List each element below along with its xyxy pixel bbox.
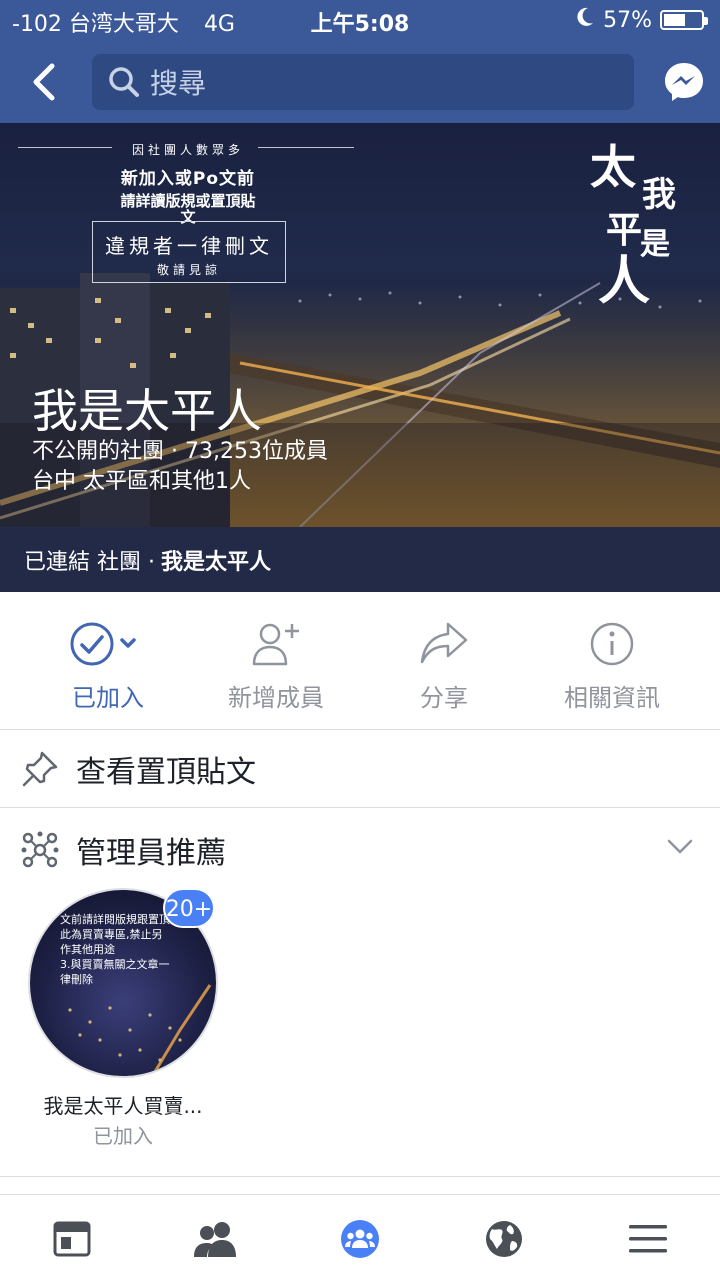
notice-line-1: 新加入或Po文前 — [120, 169, 256, 189]
action-label: 分享 — [420, 684, 468, 712]
search-placeholder: 搜尋 — [150, 67, 207, 100]
linked-group-bar[interactable]: 已連結 社團 · 我是太平人 — [0, 527, 720, 592]
action-label: 新增成員 — [228, 684, 324, 712]
tab-news-feed[interactable] — [48, 1215, 96, 1263]
info-button[interactable]: 相關資訊 — [522, 618, 702, 713]
battery-icon — [660, 10, 708, 30]
calligraphy-char: 人 — [598, 251, 651, 312]
search-icon — [109, 67, 139, 97]
back-arrow-icon — [33, 63, 55, 101]
group-actions: 已加入 新增成員 分享 相關資訊 — [0, 592, 720, 730]
notice-small-text: 因社團人數眾多 — [131, 143, 244, 157]
linked-prefix: 已連結 社團 · — [24, 549, 155, 575]
recommended-group-status: 已加入 — [93, 1124, 153, 1148]
add-person-icon — [252, 623, 299, 666]
search-input[interactable]: 搜尋 — [92, 54, 634, 110]
battery-status: 57% — [575, 6, 708, 34]
action-label: 相關資訊 — [564, 684, 660, 712]
nav-row: 搜尋 — [0, 54, 720, 110]
tab-notifications-globe[interactable] — [480, 1215, 528, 1263]
back-button[interactable] — [24, 60, 64, 104]
tab-friends[interactable] — [192, 1215, 240, 1263]
group-location[interactable]: 台中 太平區和其他1人 — [32, 467, 328, 497]
calligraphy-char: 我 — [642, 175, 676, 215]
battery-percent: 57% — [603, 7, 652, 33]
cover-notice: 因社團人數眾多 新加入或Po文前 請詳讀版規或置頂貼文 — [18, 135, 358, 225]
check-circle-icon — [70, 622, 136, 666]
pin-icon — [22, 751, 58, 786]
network-icon — [21, 831, 59, 868]
globe-icon — [486, 1221, 522, 1257]
pinned-label: 查看置頂貼文 — [76, 754, 256, 790]
group-name: 我是太平人 — [32, 384, 262, 438]
messenger-button[interactable] — [662, 60, 706, 104]
group-meta: 不公開的社團 · 73,253位成員 台中 太平區和其他1人 — [32, 437, 328, 497]
admin-recommendations-header[interactable]: 管理員推薦 — [0, 808, 720, 892]
tab-menu[interactable] — [624, 1215, 672, 1263]
group-cover-photo[interactable]: 因社團人數眾多 新加入或Po文前 請詳讀版規或置頂貼文 違規者一律刪文 敬請見諒… — [0, 123, 720, 527]
messenger-icon — [665, 63, 703, 101]
linked-group-name: 我是太平人 — [160, 549, 271, 575]
bottom-tab-bar — [0, 1195, 720, 1280]
action-label: 已加入 — [72, 684, 144, 712]
groups-icon — [341, 1220, 379, 1258]
recommended-group-name: 我是太平人買賣... — [43, 1094, 203, 1118]
share-arrow-icon — [420, 622, 468, 664]
tab-groups[interactable] — [336, 1215, 384, 1263]
news-feed-icon — [53, 1221, 91, 1257]
friends-icon — [194, 1222, 236, 1257]
group-privacy-members: 不公開的社團 · 73,253位成員 — [32, 439, 328, 464]
rule-small-text: 敬請見諒 — [156, 263, 221, 277]
add-member-button[interactable]: 新增成員 — [186, 618, 366, 713]
admin-label: 管理員推薦 — [76, 836, 226, 871]
calligraphy-char: 太 — [590, 140, 636, 194]
top-bar: -102 台湾大哥大 4G 上午5:08 57% 搜尋 — [0, 0, 720, 123]
battery-fill — [664, 14, 685, 26]
share-button[interactable]: 分享 — [354, 618, 534, 713]
rule-big-text: 違規者一律刪文 — [105, 234, 273, 258]
chevron-down-icon[interactable] — [666, 838, 694, 856]
view-pinned-posts[interactable]: 查看置頂貼文 — [0, 730, 720, 808]
new-posts-badge: 20+ — [163, 888, 215, 928]
moon-icon — [575, 6, 595, 34]
rule-box: 違規者一律刪文 敬請見諒 — [92, 221, 286, 283]
status-bar: -102 台湾大哥大 4G 上午5:08 57% — [0, 0, 720, 40]
joined-button[interactable]: 已加入 — [18, 618, 198, 713]
menu-icon — [629, 1225, 667, 1253]
info-icon — [590, 622, 634, 666]
